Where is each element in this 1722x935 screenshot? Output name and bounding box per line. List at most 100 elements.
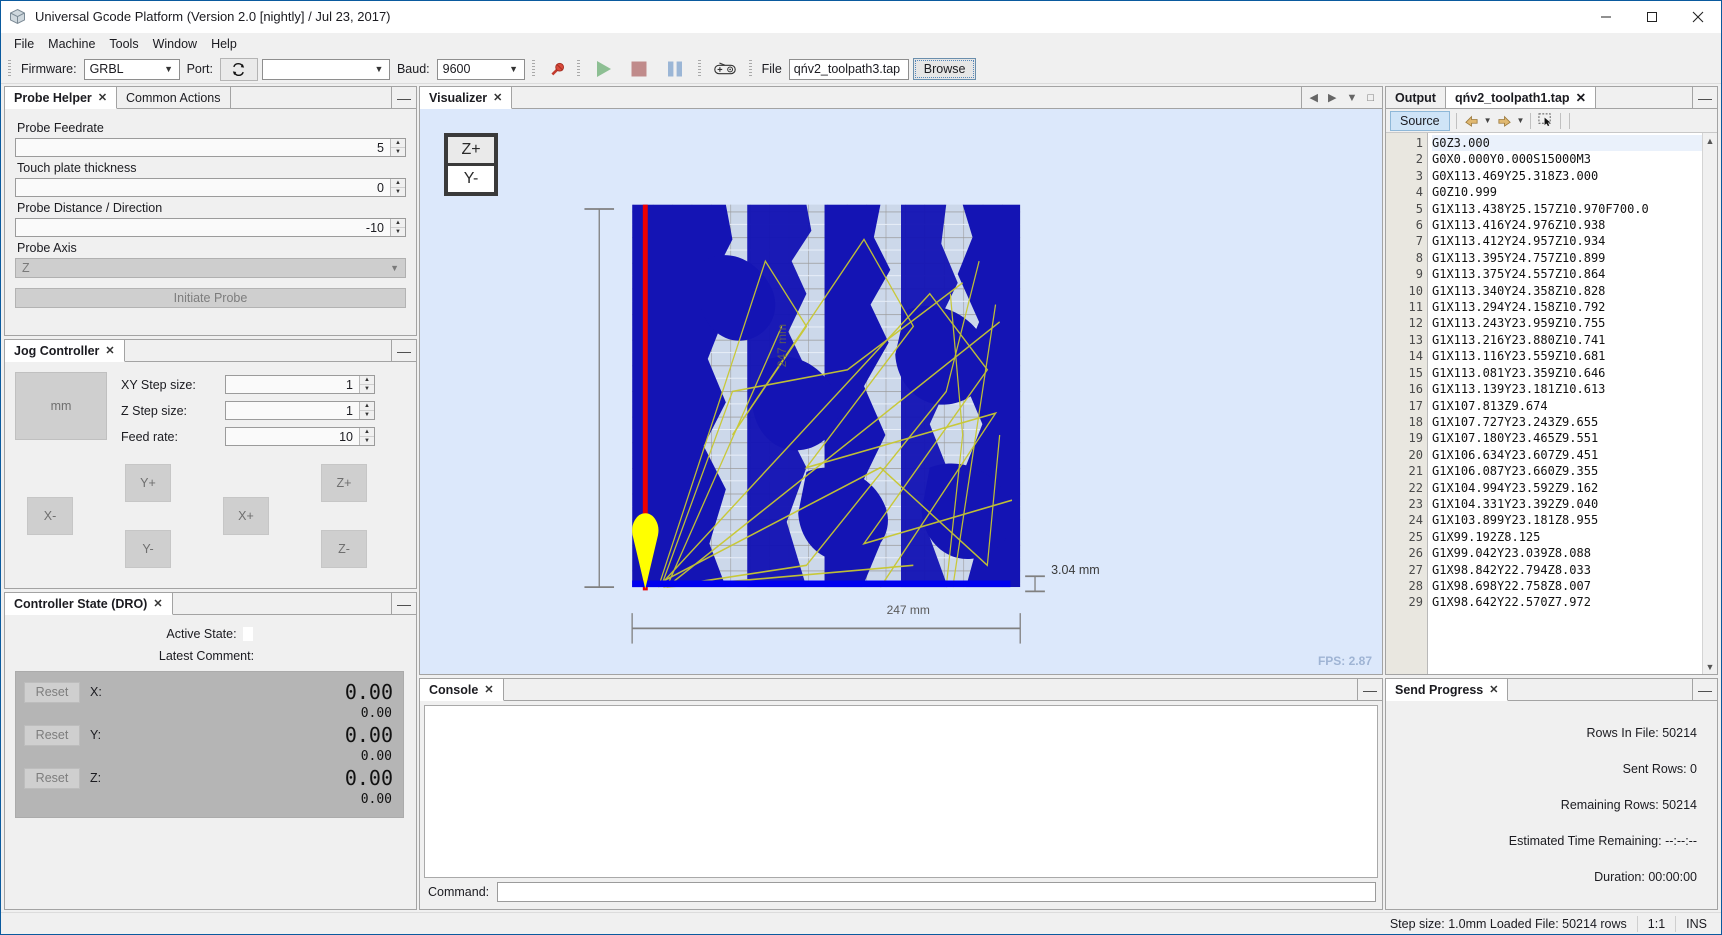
stepper-arrows[interactable]: ▲ ▼ [390,219,405,236]
tab-output[interactable]: Output [1386,87,1446,108]
jog-y-plus-button[interactable]: Y+ [125,464,171,502]
jog-y-minus-button[interactable]: Y- [125,530,171,568]
back-dropdown-icon[interactable]: ▼ [1484,116,1492,125]
send-play-button[interactable] [587,58,619,81]
console-output[interactable] [424,705,1378,878]
gcode-line[interactable]: G1X103.899Y23.181Z8.955 [1432,512,1702,528]
connect-button[interactable] [542,58,570,81]
close-icon[interactable]: ✕ [98,91,107,104]
jog-x-plus-button[interactable]: X+ [223,497,269,535]
tab-controller-state[interactable]: Controller State (DRO) ✕ [5,593,173,615]
jog-unit-button[interactable]: mm [15,372,107,440]
firmware-select[interactable]: GRBL ▼ [83,58,180,80]
jog-x-minus-button[interactable]: X- [27,497,73,535]
tab-visualizer[interactable]: Visualizer ✕ [420,87,513,109]
gcode-line[interactable]: G1X113.438Y25.157Z10.970F700.0 [1432,201,1702,217]
tab-probe-helper[interactable]: Probe Helper ✕ [5,87,118,109]
menu-window[interactable]: Window [146,35,204,53]
jog-z-step-stepper[interactable]: 1 ▲ ▼ [225,401,375,420]
close-icon[interactable]: ✕ [1576,90,1586,105]
tab-gcode-file[interactable]: qńv2_toolpath1.tap ✕ [1445,87,1597,108]
toolbar-grip[interactable] [8,60,11,78]
gcode-line[interactable]: G1X113.340Y24.358Z10.828 [1432,283,1702,299]
editor-scrollbar[interactable]: ▲ ▼ [1702,133,1717,674]
gcode-line[interactable]: G1X113.294Y24.158Z10.792 [1432,299,1702,315]
stop-button[interactable] [623,58,655,81]
gcode-line[interactable]: G1X113.412Y24.957Z10.934 [1432,233,1702,249]
reset-x-button[interactable]: Reset [24,681,80,703]
jog-z-minus-button[interactable]: Z- [321,530,367,568]
gcode-line[interactable]: G1X107.727Y23.243Z9.655 [1432,414,1702,430]
minimize-icon[interactable]: — [392,593,416,614]
next-tab-icon[interactable]: ▶ [1328,91,1336,104]
close-button[interactable] [1675,1,1721,33]
macro-button[interactable] [708,58,742,81]
menu-help[interactable]: Help [204,35,244,53]
gcode-line[interactable]: G1X113.081Y23.359Z10.646 [1432,365,1702,381]
gcode-line[interactable]: G1X104.331Y23.392Z9.040 [1432,496,1702,512]
close-icon[interactable]: ✕ [484,683,493,696]
close-icon[interactable]: ✕ [105,344,114,357]
rect-select-icon[interactable] [1537,112,1554,130]
gcode-line[interactable]: G1X98.642Y22.570Z7.972 [1432,594,1702,610]
minimize-icon[interactable]: — [1693,87,1717,108]
gcode-line[interactable]: G1X113.116Y23.559Z10.681 [1432,348,1702,364]
stepper-arrows[interactable]: ▲ ▼ [359,402,374,419]
gcode-line[interactable]: G0X113.469Y25.318Z3.000 [1432,168,1702,184]
close-icon[interactable]: ✕ [153,597,162,610]
gcode-line[interactable]: G1X98.698Y22.758Z8.007 [1432,578,1702,594]
stepper-arrows[interactable]: ▲ ▼ [390,139,405,156]
gcode-line[interactable]: G1X106.087Y23.660Z9.355 [1432,463,1702,479]
tab-send-progress[interactable]: Send Progress ✕ [1386,679,1509,701]
minimize-icon[interactable]: — [392,340,416,361]
refresh-ports-button[interactable] [219,57,258,81]
forward-dropdown-icon[interactable]: ▼ [1517,116,1525,125]
minimize-icon[interactable]: — [392,87,416,108]
gcode-line[interactable]: G1X113.139Y23.181Z10.613 [1432,381,1702,397]
gcode-line[interactable]: G1X113.216Y23.880Z10.741 [1432,332,1702,348]
gcode-line[interactable]: G0X0.000Y0.000S15000M3 [1432,151,1702,167]
gcode-line[interactable]: G1X107.180Y23.465Z9.551 [1432,430,1702,446]
menu-machine[interactable]: Machine [41,35,102,53]
stepper-arrows[interactable]: ▲ ▼ [359,376,374,393]
stepper-arrows[interactable]: ▲ ▼ [359,428,374,445]
file-input[interactable]: qńv2_toolpath3.tap [788,58,909,80]
maximize-icon[interactable]: □ [1367,92,1374,104]
gcode-line[interactable]: G1X106.634Y23.607Z9.451 [1432,447,1702,463]
scroll-down-icon[interactable]: ▼ [1706,659,1715,674]
probe-axis-select[interactable]: Z ▼ [15,258,406,278]
baud-select[interactable]: 9600 ▼ [436,58,525,80]
gcode-line[interactable]: G1X104.994Y23.592Z9.162 [1432,480,1702,496]
minimize-icon[interactable]: — [1358,679,1382,700]
gcode-line[interactable]: G1X113.243Y23.959Z10.755 [1432,315,1702,331]
menu-tools[interactable]: Tools [102,35,145,53]
port-select[interactable]: ▼ [261,58,390,80]
toolbar-grip-5[interactable] [748,60,752,78]
gcode-line[interactable]: G1X107.813Z9.674 [1432,398,1702,414]
jog-feed-rate-stepper[interactable]: 10 ▲ ▼ [225,427,375,446]
close-icon[interactable]: ✕ [1489,683,1498,696]
pause-button[interactable] [659,58,691,81]
gcode-line[interactable]: G1X113.416Y24.976Z10.938 [1432,217,1702,233]
toolbar-grip-3[interactable] [576,60,580,78]
forward-icon[interactable] [1496,112,1513,130]
maximize-button[interactable] [1629,1,1675,33]
probe-feedrate-stepper[interactable]: 5 ▲ ▼ [15,138,406,157]
browse-button[interactable]: Browse [912,58,977,80]
jog-xy-step-stepper[interactable]: 1 ▲ ▼ [225,375,375,394]
gcode-line[interactable]: G1X98.842Y22.794Z8.033 [1432,562,1702,578]
stepper-arrows[interactable]: ▲ ▼ [390,179,405,196]
menu-file[interactable]: File [7,35,41,53]
gcode-line[interactable]: G1X113.375Y24.557Z10.864 [1432,266,1702,282]
toolbar-grip-4[interactable] [697,60,701,78]
probe-distance-stepper[interactable]: -10 ▲ ▼ [15,218,406,237]
minimize-icon[interactable]: — [1693,679,1717,700]
visualizer-canvas[interactable]: Z+ Y- 247 mm 247 mm 3.04 mm FPS: 2.87 [420,109,1382,674]
gcode-line[interactable]: G0Z10.999 [1432,184,1702,200]
tab-console[interactable]: Console ✕ [420,679,504,701]
gcode-line[interactable]: G1X113.395Y24.757Z10.899 [1432,250,1702,266]
tab-common-actions[interactable]: Common Actions [117,87,231,108]
tab-list-icon[interactable]: ▼ [1346,92,1357,104]
gcode-line[interactable]: G1X99.042Y23.039Z8.088 [1432,545,1702,561]
touch-plate-stepper[interactable]: 0 ▲ ▼ [15,178,406,197]
